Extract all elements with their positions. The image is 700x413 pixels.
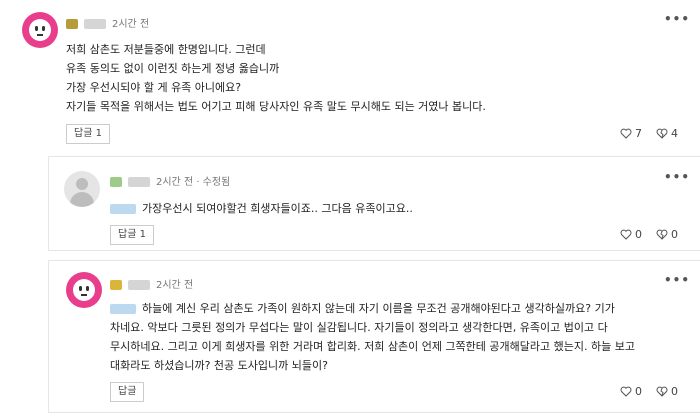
masked-username	[110, 177, 122, 187]
avatar[interactable]	[66, 272, 102, 308]
masked-username	[110, 280, 122, 290]
broken-heart-icon	[656, 128, 668, 139]
timestamp: 2시간 전 · 수정됨	[156, 177, 231, 188]
reply-button[interactable]: 답글	[110, 382, 145, 402]
like-count: 0	[635, 228, 642, 241]
reply-meta: 2시간 전	[110, 276, 193, 291]
mention-tag	[110, 304, 136, 314]
comment-text: 저희 삼촌도 저분들중에 한명입니다. 그런데 유족 동의도 없이 이런짓 하는…	[66, 43, 486, 113]
mention-tag	[110, 204, 136, 214]
avatar[interactable]	[64, 171, 100, 207]
dislike-count: 0	[671, 228, 678, 241]
more-dots-icon[interactable]: •••	[664, 273, 690, 287]
reply-button[interactable]: 답글 1	[110, 225, 154, 245]
timestamp: 2시간 전	[112, 19, 150, 30]
broken-heart-icon	[656, 386, 668, 397]
more-dots-icon[interactable]: •••	[664, 170, 690, 184]
dislike-count: 0	[671, 385, 678, 398]
masked-username	[66, 19, 78, 29]
reply-text: 가장우선시 되여야할건 희생자들이죠.. 그다음 유족이고요..	[110, 199, 413, 218]
timestamp: 2시간 전	[156, 280, 194, 291]
reply-button[interactable]: 답글 1	[66, 124, 110, 144]
more-dots-icon[interactable]: •••	[664, 12, 690, 26]
heart-outline-icon	[620, 128, 632, 139]
dislike-button[interactable]: 0	[656, 228, 678, 241]
reply-text: 하늘에 계신 우리 삼촌도 가족이 원하지 않는데 자기 이름을 무조건 공개해…	[110, 302, 635, 372]
like-count: 0	[635, 385, 642, 398]
heart-outline-icon	[620, 229, 632, 240]
heart-outline-icon	[620, 386, 632, 397]
reply-meta: 2시간 전 · 수정됨	[110, 173, 230, 188]
replies-indicator[interactable]: 4	[656, 127, 678, 140]
avatar[interactable]	[22, 12, 58, 48]
like-button[interactable]: 0	[620, 228, 642, 241]
like-button[interactable]: 7	[620, 127, 642, 140]
like-count: 7	[635, 127, 642, 140]
like-button[interactable]: 0	[620, 385, 642, 398]
dislike-count: 4	[671, 127, 678, 140]
comment-meta: 2시간 전	[66, 15, 149, 30]
dislike-button[interactable]: 0	[656, 385, 678, 398]
broken-heart-icon	[656, 229, 668, 240]
